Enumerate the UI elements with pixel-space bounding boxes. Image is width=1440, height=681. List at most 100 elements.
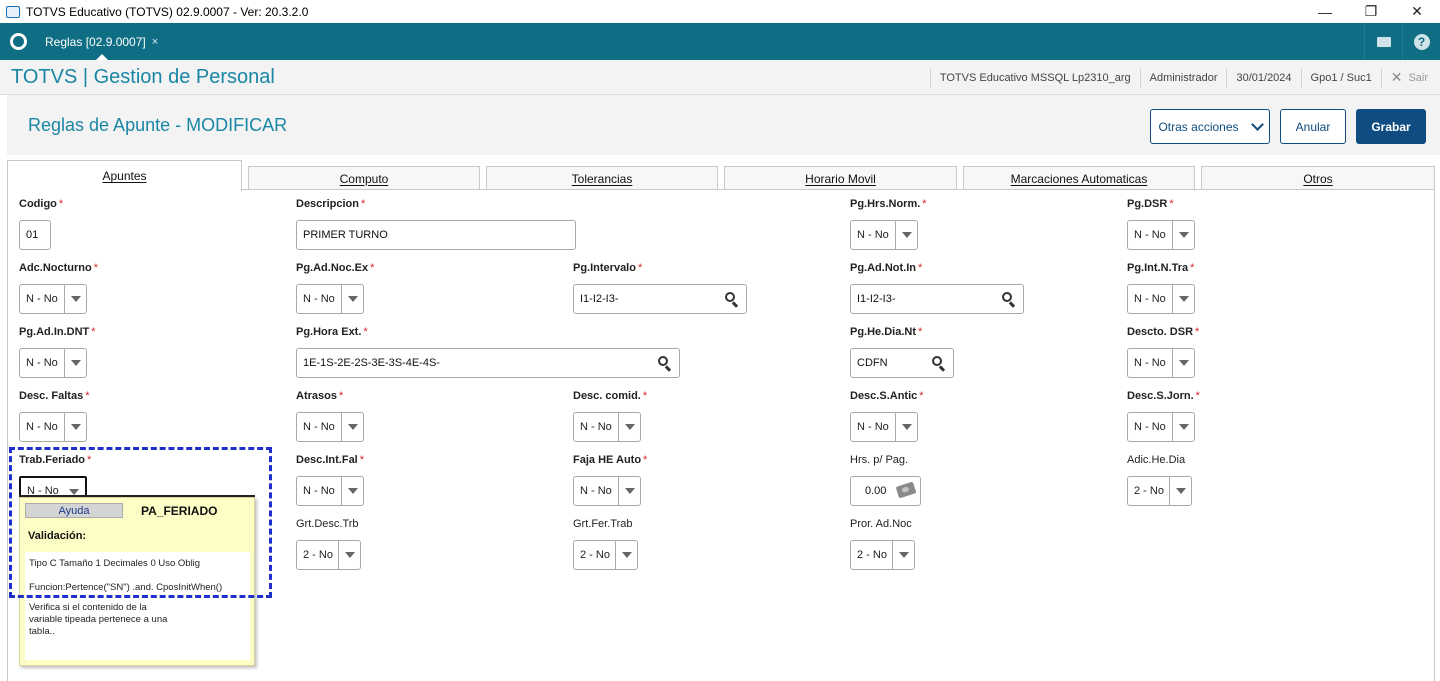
money-icon[interactable]	[895, 481, 917, 499]
description-line: variable tipeada pertenece a una	[29, 614, 168, 625]
field-codigo: Codigo * 01	[19, 198, 63, 250]
mail-icon[interactable]	[1364, 23, 1402, 60]
chevron-down-icon[interactable]	[1172, 413, 1194, 441]
desc-comid-select[interactable]: N - No	[573, 412, 641, 442]
grt-fer-trab-select[interactable]: 2 - No	[573, 540, 638, 570]
help-button[interactable]: Ayuda	[25, 503, 123, 518]
chevron-down-icon[interactable]	[338, 541, 360, 569]
exit-label: Sair	[1408, 71, 1428, 84]
app-tab-reglas[interactable]: Reglas [02.9.0007] ×	[37, 23, 166, 60]
pg-dsr-select[interactable]: N - No	[1127, 220, 1195, 250]
cancel-button[interactable]: Anular	[1280, 109, 1346, 144]
adc-nocturno-label: Adc.Nocturno	[19, 262, 92, 274]
required-mark: *	[85, 390, 90, 402]
pg-hora-ext-input[interactable]: 1E-1S-2E-2S-3E-3S-4E-4S-	[296, 348, 680, 378]
chevron-down-icon[interactable]	[895, 221, 917, 249]
select-value: N - No	[303, 421, 335, 433]
codigo-input[interactable]: 01	[19, 220, 51, 250]
chevron-down-icon[interactable]	[618, 477, 640, 505]
search-icon[interactable]	[1001, 291, 1017, 308]
faja-he-auto-select[interactable]: N - No	[573, 476, 641, 506]
select-value: N - No	[26, 293, 58, 305]
pg-ad-noc-ex-select[interactable]: N - No	[296, 284, 364, 314]
pror-ad-noc-select[interactable]: 2 - No	[850, 540, 915, 570]
search-icon[interactable]	[724, 291, 740, 308]
tab-otros[interactable]: Otros	[1201, 166, 1435, 190]
chevron-down-icon[interactable]	[892, 541, 914, 569]
search-icon[interactable]	[657, 355, 673, 372]
required-mark: *	[918, 326, 923, 338]
pg-he-dia-nt-input[interactable]: CDFN	[850, 348, 954, 378]
chevron-down-icon[interactable]	[64, 413, 86, 441]
desc-faltas-select[interactable]: N - No	[19, 412, 87, 442]
select-value: 2 - No	[580, 549, 610, 561]
tab-computo[interactable]: Computo	[248, 166, 480, 190]
pg-ad-noc-ex-label: Pg.Ad.Noc.Ex	[296, 262, 369, 274]
desc-int-fal-select[interactable]: N - No	[296, 476, 364, 506]
field-pg-intervalo: Pg.Intervalo * I1-I2-I3-	[573, 262, 747, 314]
adic-he-dia-select[interactable]: 2 - No	[1127, 476, 1192, 506]
window-titlebar: TOTVS Educativo (TOTVS) 02.9.0007 - Ver:…	[0, 0, 1440, 23]
pg-hrs-norm-select[interactable]: N - No	[850, 220, 918, 250]
select-value: 2 - No	[1134, 485, 1164, 497]
field-faja-he-auto: Faja HE Auto * N - No	[573, 454, 648, 506]
select-value: N - No	[303, 293, 335, 305]
restore-button[interactable]: ❐	[1348, 0, 1394, 23]
chevron-down-icon[interactable]	[1169, 477, 1191, 505]
chevron-down-icon[interactable]	[64, 349, 86, 377]
field-pg-he-dia-nt: Pg.He.Dia.Nt * CDFN	[850, 326, 954, 378]
field-grt-desc-trb: Grt.Desc.Trb 2 - No	[296, 518, 361, 570]
adc-nocturno-select[interactable]: N - No	[19, 284, 87, 314]
descripcion-input[interactable]: PRIMER TURNO	[296, 220, 576, 250]
desc-s-antic-select[interactable]: N - No	[850, 412, 918, 442]
exit-button[interactable]: ✕ Sair	[1380, 67, 1440, 88]
chevron-down-icon[interactable]	[895, 413, 917, 441]
close-window-button[interactable]: ✕	[1394, 0, 1440, 23]
chevron-down-icon[interactable]	[64, 285, 86, 313]
chevron-down-icon[interactable]	[1172, 221, 1194, 249]
search-icon[interactable]	[931, 355, 947, 372]
field-desc-faltas: Desc. Faltas * N - No	[19, 390, 90, 442]
save-button[interactable]: Grabar	[1356, 109, 1426, 144]
chevron-down-icon[interactable]	[341, 477, 363, 505]
close-tab-icon[interactable]: ×	[152, 36, 158, 48]
chevron-down-icon[interactable]	[341, 285, 363, 313]
page-title: Reglas de Apunte - MODIFICAR	[28, 115, 288, 135]
grt-fer-trab-label: Grt.Fer.Trab	[573, 518, 633, 530]
tab-marcaciones-automaticas[interactable]: Marcaciones Automaticas	[963, 166, 1195, 190]
tab-horario-movil[interactable]: Horario Movil	[724, 166, 957, 190]
select-value: N - No	[580, 485, 612, 497]
select-value: N - No	[857, 229, 889, 241]
help-icon[interactable]: ?	[1402, 23, 1440, 60]
tab-apuntes[interactable]: Apuntes	[7, 160, 242, 191]
desc-s-antic-label: Desc.S.Antic	[850, 390, 918, 402]
pg-ad-in-dnt-select[interactable]: N - No	[19, 348, 87, 378]
atrasos-select[interactable]: N - No	[296, 412, 364, 442]
chevron-down-icon[interactable]	[615, 541, 637, 569]
environment-info: TOTVS Educativo MSSQL Lp2310_arg	[929, 67, 1140, 88]
descto-dsr-select[interactable]: N - No	[1127, 348, 1195, 378]
pg-ad-in-dnt-label: Pg.Ad.In.DNT	[19, 326, 90, 338]
field-desc-s-jorn: Desc.S.Jorn. * N - No	[1127, 390, 1200, 442]
select-value: N - No	[1134, 293, 1166, 305]
pg-int-n-tra-select[interactable]: N - No	[1127, 284, 1195, 314]
grt-desc-trb-select[interactable]: 2 - No	[296, 540, 361, 570]
required-mark: *	[360, 198, 366, 210]
totvs-logo-icon[interactable]	[0, 23, 37, 60]
help-field-name: PA_FERIADO	[141, 504, 218, 518]
minimize-button[interactable]: —	[1302, 0, 1348, 23]
input-value: CDFN	[857, 357, 888, 369]
chevron-down-icon[interactable]	[618, 413, 640, 441]
pg-intervalo-input[interactable]: I1-I2-I3-	[573, 284, 747, 314]
hrs-p-pag-input[interactable]: 0.00	[850, 476, 921, 506]
other-actions-button[interactable]: Otras acciones	[1150, 109, 1270, 144]
pg-he-dia-nt-label: Pg.He.Dia.Nt	[850, 326, 917, 338]
required-mark: *	[643, 454, 648, 466]
tab-tolerancias[interactable]: Tolerancias	[486, 166, 718, 190]
chevron-down-icon[interactable]	[1172, 285, 1194, 313]
desc-s-jorn-select[interactable]: N - No	[1127, 412, 1195, 442]
validation-title: Validación:	[28, 530, 87, 542]
pg-ad-not-in-input[interactable]: I1-I2-I3-	[850, 284, 1024, 314]
chevron-down-icon[interactable]	[1172, 349, 1194, 377]
chevron-down-icon[interactable]	[341, 413, 363, 441]
